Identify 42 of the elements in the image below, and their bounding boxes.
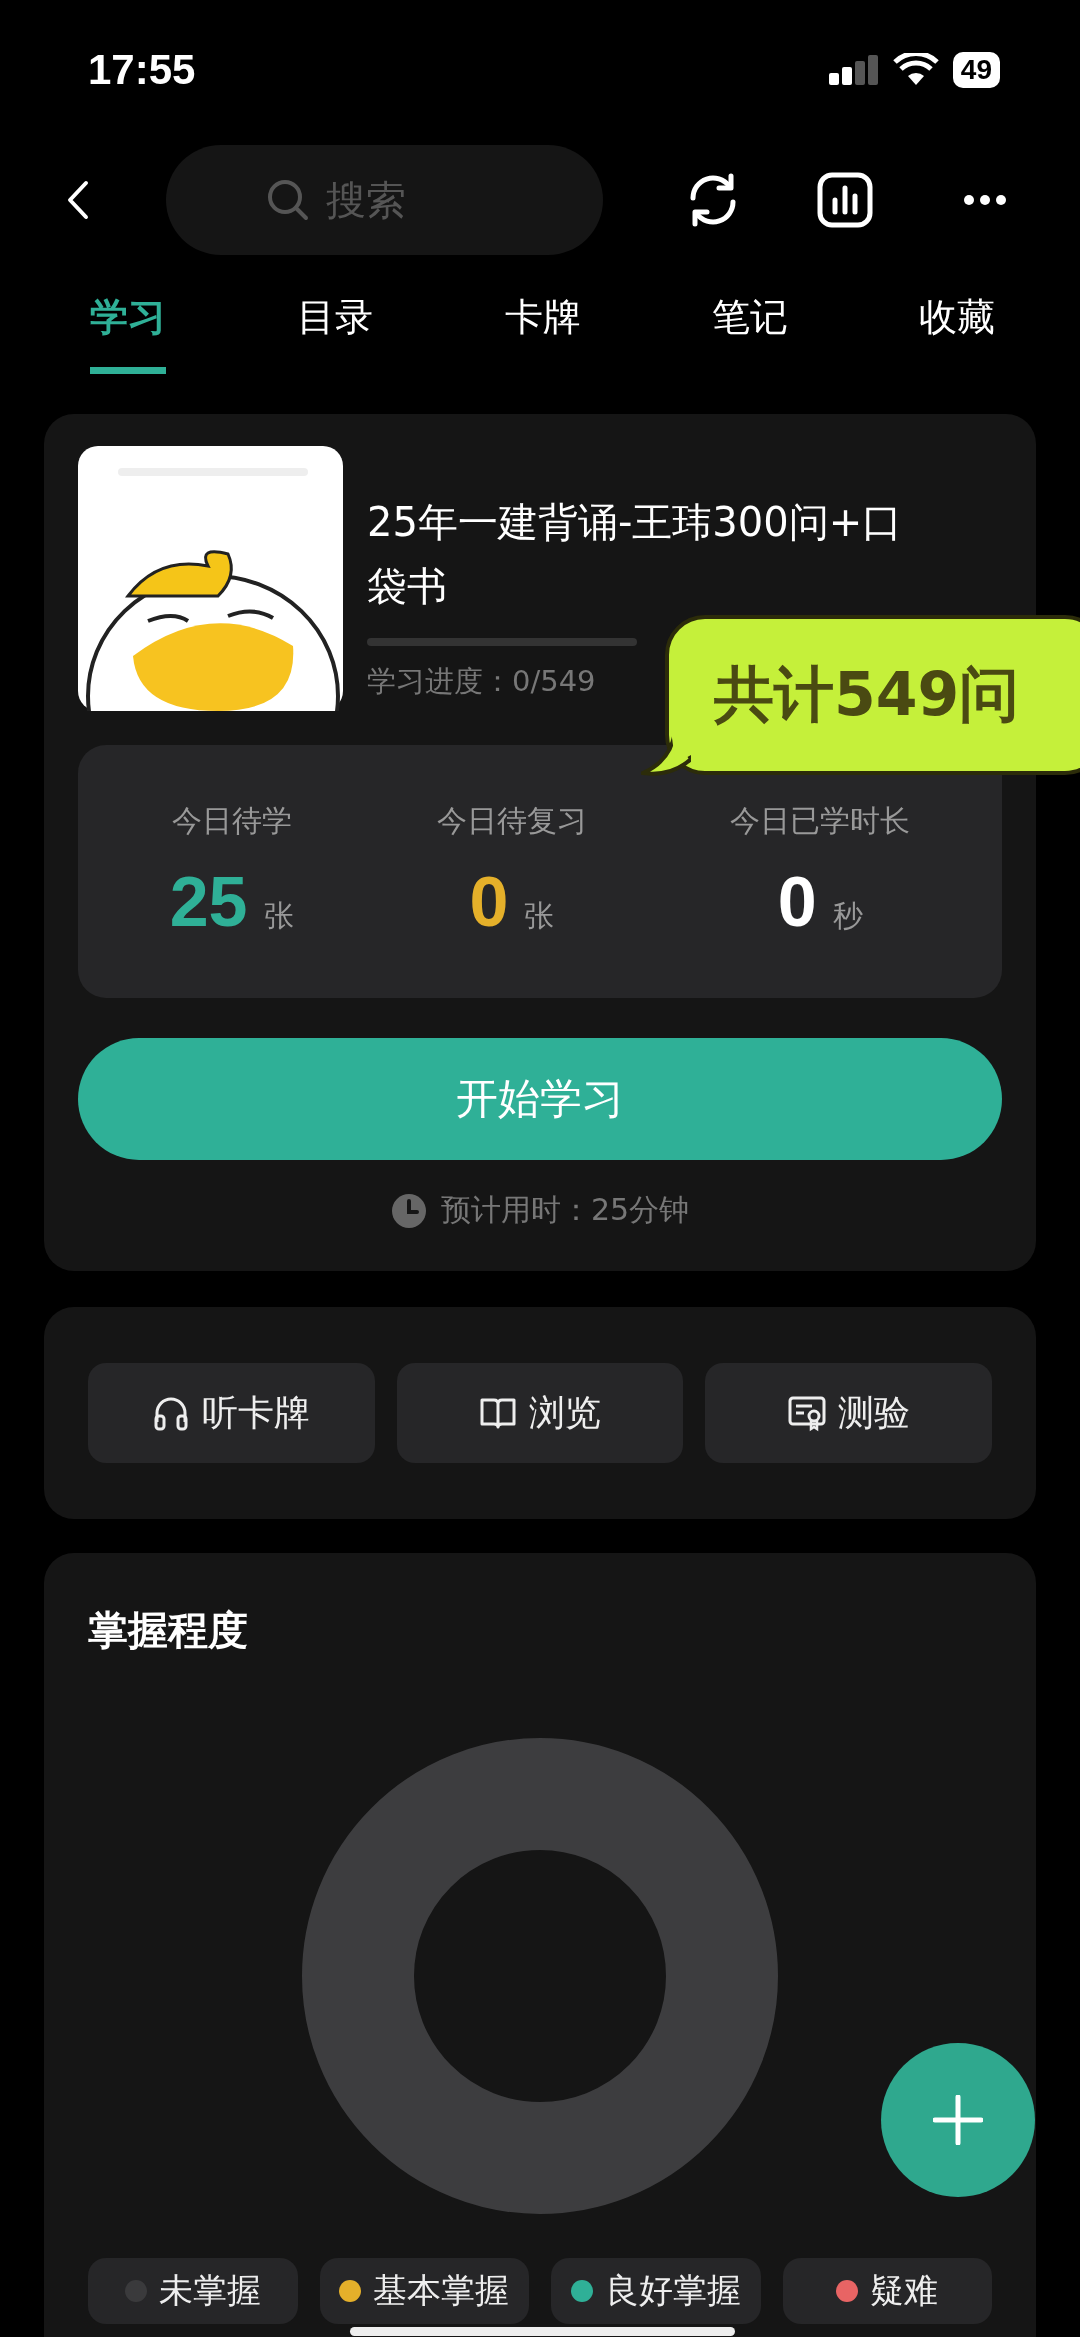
stat-value: 0 [777, 862, 817, 942]
stat-label: 今日已学时长 [730, 802, 911, 840]
tab[interactable]: 学习 [90, 264, 166, 374]
signal-icon [828, 53, 879, 87]
status-time: 17:55 [88, 46, 196, 94]
legend-chip[interactable]: 未掌握 [88, 2258, 298, 2324]
tab[interactable]: 收藏 [919, 264, 995, 374]
stat-unit: 张 [263, 897, 294, 935]
stat-value: 25 [169, 862, 248, 942]
legend-label: 未掌握 [158, 2269, 261, 2312]
legend-label: 基本掌握 [373, 2269, 510, 2312]
legend-chip[interactable]: 基本掌握 [319, 2258, 529, 2324]
battery-indicator: 49 [952, 52, 1000, 88]
stat-value: 0 [469, 862, 509, 942]
tab[interactable]: 笔记 [711, 264, 788, 374]
bubble-tail-icon [641, 731, 691, 777]
stat-unit: 张 [524, 897, 555, 935]
stat-label: 今日待学 [171, 802, 292, 840]
tab[interactable]: 卡牌 [504, 264, 581, 374]
back-icon[interactable] [66, 180, 90, 220]
legend-label: 疑难 [870, 2269, 939, 2312]
action-button[interactable]: 测验 [705, 1363, 992, 1463]
legend-chip[interactable]: 良好掌握 [551, 2258, 761, 2324]
tab[interactable]: 目录 [297, 264, 374, 374]
search-icon [266, 178, 310, 222]
section-title: 掌握程度 [88, 1606, 249, 1655]
legend-label: 良好掌握 [604, 2269, 741, 2312]
stat-label: 今日待复习 [436, 802, 587, 840]
action-button[interactable]: 浏览 [396, 1363, 684, 1463]
legend-chip[interactable]: 疑难 [782, 2258, 992, 2324]
clock-icon [390, 1192, 427, 1229]
action-button[interactable]: 听卡牌 [88, 1363, 375, 1463]
stat-unit: 秒 [832, 897, 863, 935]
certificate-icon [787, 1394, 826, 1432]
progress-text: 学习进度：0/549 [367, 663, 596, 700]
search-field[interactable]: 搜索 [166, 145, 603, 255]
more-icon[interactable] [963, 194, 1007, 206]
plus-icon [933, 2095, 983, 2145]
statistics-icon[interactable] [817, 172, 873, 228]
estimated-time: 预计用时：25分钟 [440, 1191, 690, 1229]
wifi-icon [892, 53, 939, 87]
deck-title: 25年一建背诵-王玮300问+口袋书 [367, 498, 904, 611]
